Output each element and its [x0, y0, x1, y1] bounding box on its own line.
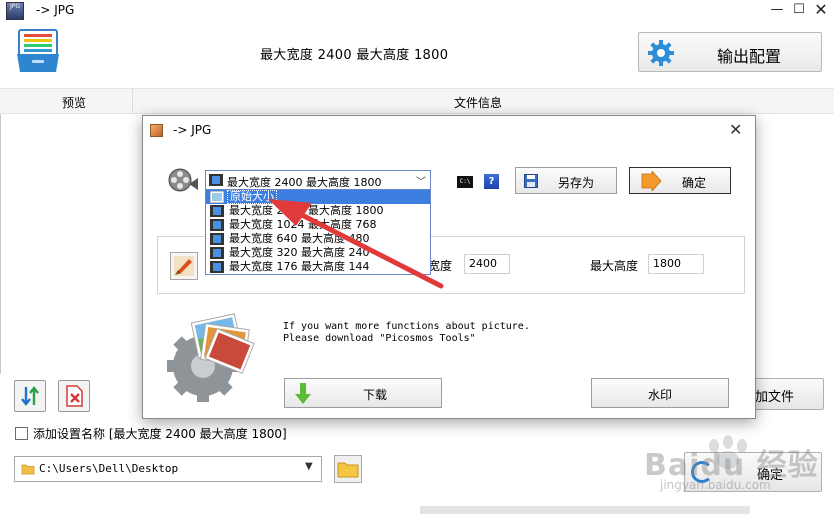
watermark-brand-sub: jingyan.baidu.com [660, 478, 771, 492]
browse-folder-button[interactable] [334, 455, 362, 483]
chevron-down-icon[interactable]: ▼ [305, 461, 313, 472]
help-icon[interactable]: ? [484, 174, 499, 189]
window-title: -> JPG [36, 3, 75, 17]
preset-option-label: 最大宽度 2400 最大高度 1800 [229, 204, 384, 217]
add-setting-label: 添加设置名称 [最大宽度 2400 最大高度 1800] [33, 427, 287, 441]
preset-option[interactable]: 最大宽度 1024 最大高度 768 [206, 218, 430, 232]
output-path-text: C:\Users\Dell\Desktop [39, 462, 179, 475]
save-as-label: 另存为 [558, 176, 595, 190]
save-as-button[interactable]: 另存为 [515, 167, 617, 194]
preset-option-label: 最大宽度 640 最大高度 480 [229, 232, 370, 245]
app-icon: JPG [6, 2, 24, 20]
download-label: 下载 [363, 388, 388, 402]
watermark-label: 水印 [648, 388, 673, 402]
file-drawer-icon [17, 29, 59, 72]
preset-option[interactable]: 原始大小 [206, 190, 430, 204]
arrow-right-icon [641, 171, 662, 191]
promo-text-line-1: If you want more functions about picture… [283, 321, 530, 332]
max-width-label: 宽度 [428, 259, 453, 273]
command-line-icon[interactable]: C:\ [457, 176, 473, 188]
film-strip-icon [210, 205, 224, 217]
download-button[interactable]: 下载 [284, 378, 442, 408]
chevron-down-icon[interactable]: ﹀ [416, 173, 426, 188]
preset-option-label: 原始大小 [227, 190, 277, 204]
ok-button[interactable]: 确定 [629, 167, 731, 194]
preset-dropdown-list: 原始大小 最大宽度 2400 最大高度 1800 最大宽度 1024 最大高度 76… [205, 189, 431, 275]
film-reel-icon [168, 168, 198, 192]
preset-option[interactable]: 最大宽度 640 最大高度 480 [206, 232, 430, 246]
preset-option[interactable]: 最大宽度 176 最大高度 144 [206, 260, 430, 274]
film-strip-icon [210, 247, 224, 259]
film-strip-icon [210, 233, 224, 245]
image-icon [210, 191, 224, 203]
file-table-header: 预览 文件信息 [0, 88, 834, 114]
max-width-input[interactable]: 2400 [464, 254, 510, 274]
column-preview[interactable]: 预览 [62, 94, 86, 111]
download-arrow-icon [295, 383, 311, 404]
column-file-info[interactable]: 文件信息 [454, 94, 502, 111]
dialog-app-icon [150, 124, 163, 137]
preset-option[interactable]: 最大宽度 2400 最大高度 1800 [206, 204, 430, 218]
delete-file-icon [66, 385, 83, 407]
effects-button[interactable] [170, 252, 198, 280]
main-titlebar [0, 0, 834, 22]
output-config-button[interactable]: 输出配置 [638, 32, 822, 72]
preset-size-select[interactable]: 最大宽度 2400 最大高度 1800 ﹀ [205, 170, 431, 190]
add-file-label: 加文件 [755, 390, 795, 405]
sort-button[interactable] [14, 380, 46, 412]
preset-option-label: 最大宽度 1024 最大高度 768 [229, 218, 377, 231]
gear-icon [648, 40, 674, 66]
picosmos-tools-logo [167, 313, 255, 402]
size-summary: 最大宽度 2400 最大高度 1800 [260, 48, 449, 63]
preset-option-label: 最大宽度 176 最大高度 144 [229, 260, 370, 273]
sort-arrows-icon [21, 386, 39, 406]
add-setting-checkbox[interactable] [15, 427, 28, 440]
open-folder-icon [337, 462, 359, 478]
promo-text-line-2: Please download "Picosmos Tools" [283, 333, 476, 344]
folder-icon [21, 464, 35, 475]
preset-selected-text: 最大宽度 2400 最大高度 1800 [227, 176, 382, 189]
output-path-combo[interactable]: C:\Users\Dell\Desktop ▼ [14, 456, 322, 482]
preset-option[interactable]: 最大宽度 320 最大高度 240 [206, 246, 430, 260]
close-button[interactable]: ✕ [808, 0, 834, 22]
max-height-input[interactable]: 1800 [648, 254, 704, 274]
ok-label: 确定 [682, 176, 707, 190]
dialog-title: -> JPG [173, 123, 212, 137]
film-strip-icon [210, 261, 224, 273]
film-strip-icon [209, 174, 223, 186]
preset-option-label: 最大宽度 320 最大高度 240 [229, 246, 370, 259]
watermark-button[interactable]: 水印 [591, 378, 729, 408]
max-height-label: 最大高度 [590, 259, 639, 273]
delete-button[interactable] [58, 380, 90, 412]
paint-brush-icon [174, 256, 194, 276]
floppy-disk-icon [524, 174, 538, 188]
taskbar-strip [420, 506, 750, 514]
list-left-border [0, 114, 1, 374]
dialog-close-button[interactable]: ✕ [729, 120, 742, 139]
column-divider[interactable] [132, 89, 133, 113]
film-strip-icon [210, 219, 224, 231]
output-config-label: 输出配置 [717, 47, 782, 66]
